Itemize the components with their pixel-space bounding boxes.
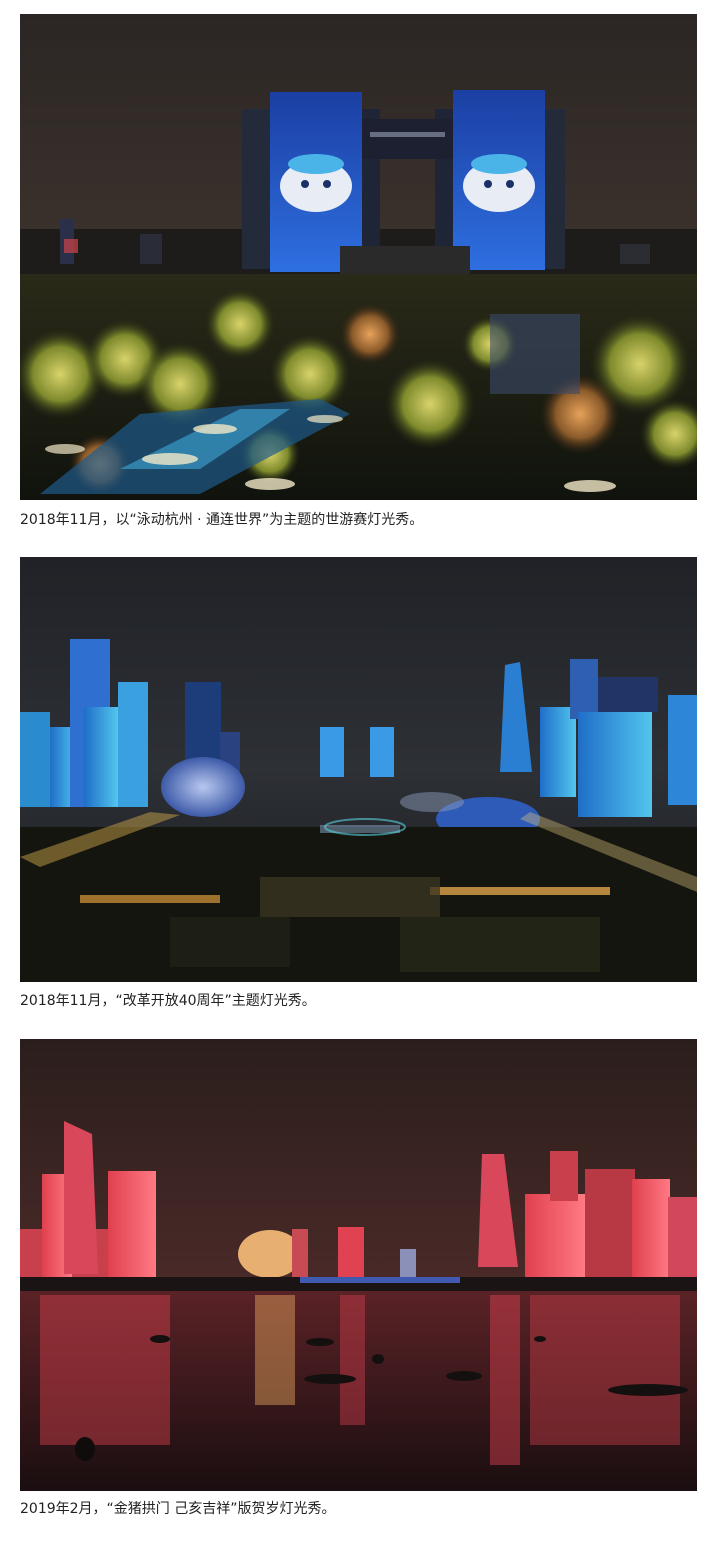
night-photo-red-riverside [20,1039,697,1491]
photo-caption: 2018年11月，以“泳动杭州 · 通连世界”为主题的世游赛灯光秀。 [20,512,424,528]
red-riverside-light-show-image [20,1039,697,1491]
twin-towers-light-show-image [20,14,697,500]
photo-caption: 2019年2月，“金猪拱门 己亥吉祥”版贺岁灯光秀。 [20,1501,336,1517]
night-photo-twin-towers [20,14,697,500]
blue-skyline-light-show-image [20,557,697,982]
photo-caption: 2018年11月，“改革开放40周年”主题灯光秀。 [20,993,316,1009]
night-photo-blue-skyline [20,557,697,982]
